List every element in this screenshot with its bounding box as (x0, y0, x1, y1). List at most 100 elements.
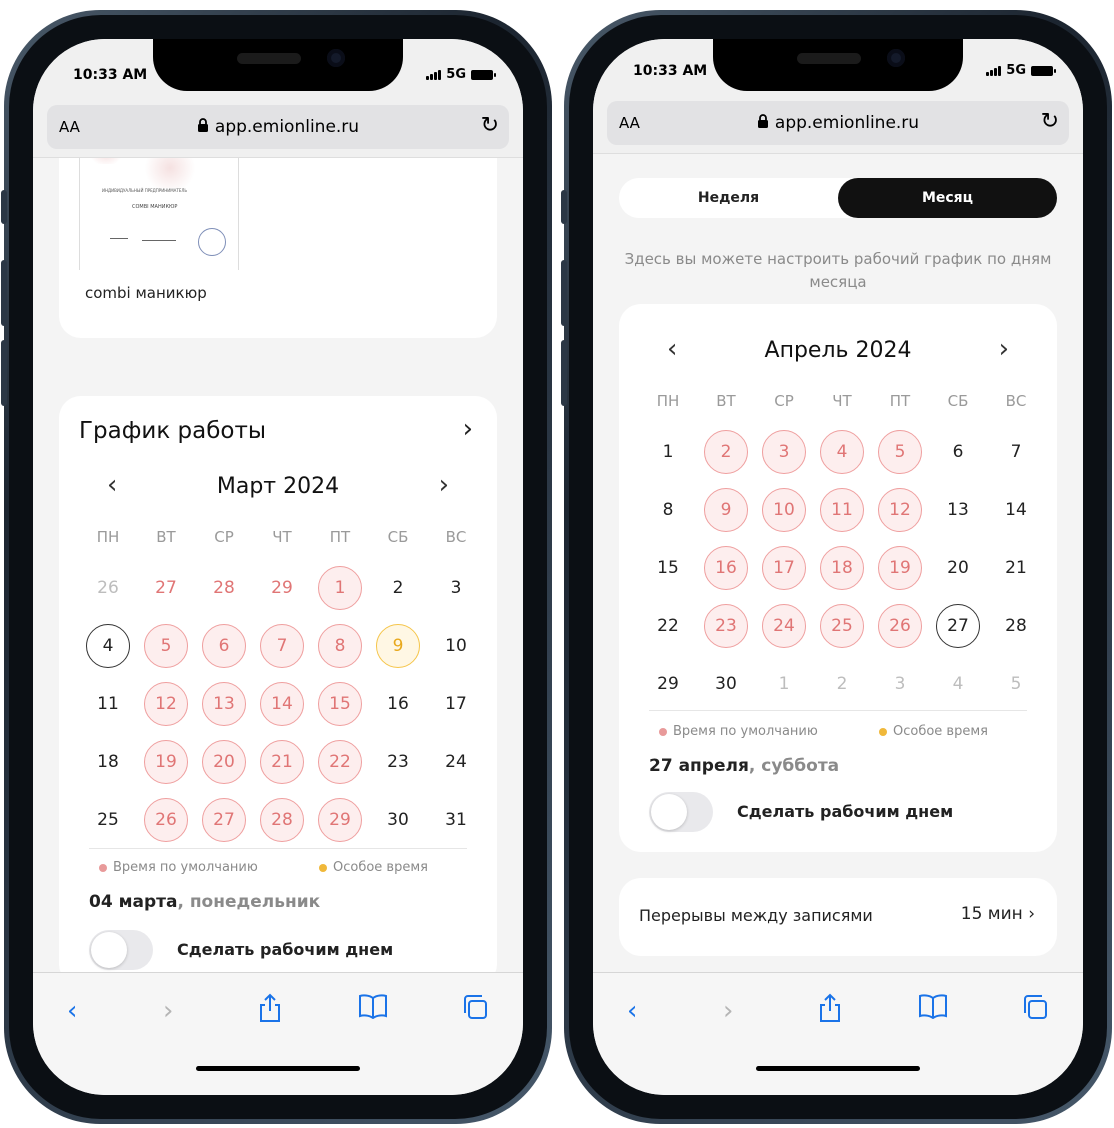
calendar-day[interactable]: 19 (144, 740, 188, 784)
reload-icon[interactable]: ↻ (481, 113, 499, 138)
url-display[interactable]: app.emionline.ru (607, 113, 1069, 133)
calendar-day[interactable]: 13 (202, 682, 246, 726)
calendar-day[interactable]: 22 (318, 740, 362, 784)
weekday-label: ПН (96, 528, 120, 546)
weekday-label: ЧТ (272, 528, 292, 546)
calendar-day[interactable]: 26 (878, 604, 922, 648)
calendar-day[interactable]: 26 (144, 798, 188, 842)
calendar-day[interactable]: 27 (144, 566, 188, 610)
calendar-day[interactable]: 29 (318, 798, 362, 842)
calendar-day[interactable]: 17 (434, 682, 478, 726)
calendar-day[interactable]: 31 (434, 798, 478, 842)
calendar-day[interactable]: 1 (762, 662, 806, 706)
bookmarks-icon[interactable] (357, 993, 389, 1029)
calendar-day[interactable]: 8 (318, 624, 362, 668)
calendar-day[interactable]: 2 (376, 566, 420, 610)
calendar-day[interactable]: 13 (936, 488, 980, 532)
calendar-day[interactable]: 23 (704, 604, 748, 648)
calendar-day[interactable]: 8 (646, 488, 690, 532)
calendar-day[interactable]: 4 (86, 624, 130, 668)
calendar-day[interactable]: 12 (878, 488, 922, 532)
calendar-day[interactable]: 1 (318, 566, 362, 610)
chevron-right-icon[interactable]: › (439, 470, 449, 500)
calendar-day[interactable]: 25 (820, 604, 864, 648)
calendar-day[interactable]: 16 (376, 682, 420, 726)
calendar-day[interactable]: 7 (260, 624, 304, 668)
calendar-day[interactable]: 1 (646, 430, 690, 474)
calendar-day[interactable]: 3 (434, 566, 478, 610)
calendar-day[interactable]: 22 (646, 604, 690, 648)
reload-icon[interactable]: ↻ (1041, 109, 1059, 134)
calendar-day[interactable]: 28 (260, 798, 304, 842)
tabs-icon[interactable] (1021, 993, 1049, 1031)
calendar-day[interactable]: 4 (936, 662, 980, 706)
calendar-day[interactable]: 14 (260, 682, 304, 726)
calendar-day[interactable]: 23 (376, 740, 420, 784)
calendar-day[interactable]: 17 (762, 546, 806, 590)
calendar-day[interactable]: 9 (376, 624, 420, 668)
tab-week[interactable]: Неделя (619, 178, 838, 218)
battery-icon (1031, 65, 1056, 76)
calendar-day[interactable]: 29 (260, 566, 304, 610)
document-thumbnail[interactable]: ИНДИВИДУАЛЬНЫЙ ПРЕДПРИНИМАТЕЛЬ COMBI МАН… (79, 158, 239, 270)
calendar-day[interactable]: 20 (202, 740, 246, 784)
calendar-day[interactable]: 10 (762, 488, 806, 532)
browser-toolbar: ‹ › (33, 972, 523, 1095)
working-day-toggle[interactable] (89, 930, 153, 970)
calendar-day[interactable]: 5 (878, 430, 922, 474)
url-text: app.emionline.ru (774, 113, 920, 133)
calendar-day[interactable]: 11 (820, 488, 864, 532)
address-bar[interactable]: AA app.emionline.ru ↻ (47, 105, 509, 149)
calendar-day[interactable]: 5 (144, 624, 188, 668)
calendar-day[interactable]: 2 (704, 430, 748, 474)
calendar-day[interactable]: 28 (994, 604, 1038, 648)
calendar-day[interactable]: 25 (86, 798, 130, 842)
share-icon[interactable] (817, 993, 843, 1033)
calendar-day[interactable]: 10 (434, 624, 478, 668)
back-icon[interactable]: ‹ (67, 993, 77, 1029)
breaks-card[interactable]: Перерывы между записями 15 мин › (619, 878, 1057, 956)
back-icon[interactable]: ‹ (627, 993, 637, 1029)
calendar-day[interactable]: 9 (704, 488, 748, 532)
calendar-day[interactable]: 7 (994, 430, 1038, 474)
bookmarks-icon[interactable] (917, 993, 949, 1029)
calendar-day[interactable]: 30 (376, 798, 420, 842)
calendar-day[interactable]: 24 (434, 740, 478, 784)
calendar-day[interactable]: 6 (936, 430, 980, 474)
chevron-right-icon[interactable]: › (463, 414, 473, 444)
calendar-day[interactable]: 27 (936, 604, 980, 648)
calendar-day[interactable]: 15 (318, 682, 362, 726)
calendar-day[interactable]: 15 (646, 546, 690, 590)
calendar-day[interactable]: 6 (202, 624, 246, 668)
calendar-day[interactable]: 18 (86, 740, 130, 784)
share-icon[interactable] (257, 993, 283, 1033)
calendar-day[interactable]: 3 (878, 662, 922, 706)
calendar-day[interactable]: 21 (994, 546, 1038, 590)
calendar-day[interactable]: 24 (762, 604, 806, 648)
calendar-day[interactable]: 11 (86, 682, 130, 726)
calendar-day[interactable]: 30 (704, 662, 748, 706)
chevron-right-icon[interactable]: › (999, 334, 1009, 364)
calendar-day[interactable]: 21 (260, 740, 304, 784)
mute-switch (561, 190, 567, 224)
calendar-day[interactable]: 27 (202, 798, 246, 842)
calendar-day[interactable]: 18 (820, 546, 864, 590)
calendar-day[interactable]: 4 (820, 430, 864, 474)
calendar-day[interactable]: 5 (994, 662, 1038, 706)
calendar-day[interactable]: 29 (646, 662, 690, 706)
working-day-toggle[interactable] (649, 792, 713, 832)
calendar-day[interactable]: 19 (878, 546, 922, 590)
tab-month[interactable]: Месяц (838, 178, 1057, 218)
document-card[interactable]: ИНДИВИДУАЛЬНЫЙ ПРЕДПРИНИМАТЕЛЬ COMBI МАН… (59, 158, 497, 338)
tabs-icon[interactable] (461, 993, 489, 1031)
calendar-day[interactable]: 16 (704, 546, 748, 590)
calendar-day[interactable]: 12 (144, 682, 188, 726)
calendar-day[interactable]: 28 (202, 566, 246, 610)
calendar-day[interactable]: 2 (820, 662, 864, 706)
url-display[interactable]: app.emionline.ru (47, 117, 509, 137)
calendar-day[interactable]: 14 (994, 488, 1038, 532)
address-bar[interactable]: AA app.emionline.ru ↻ (607, 101, 1069, 145)
calendar-day[interactable]: 26 (86, 566, 130, 610)
calendar-day[interactable]: 3 (762, 430, 806, 474)
calendar-day[interactable]: 20 (936, 546, 980, 590)
